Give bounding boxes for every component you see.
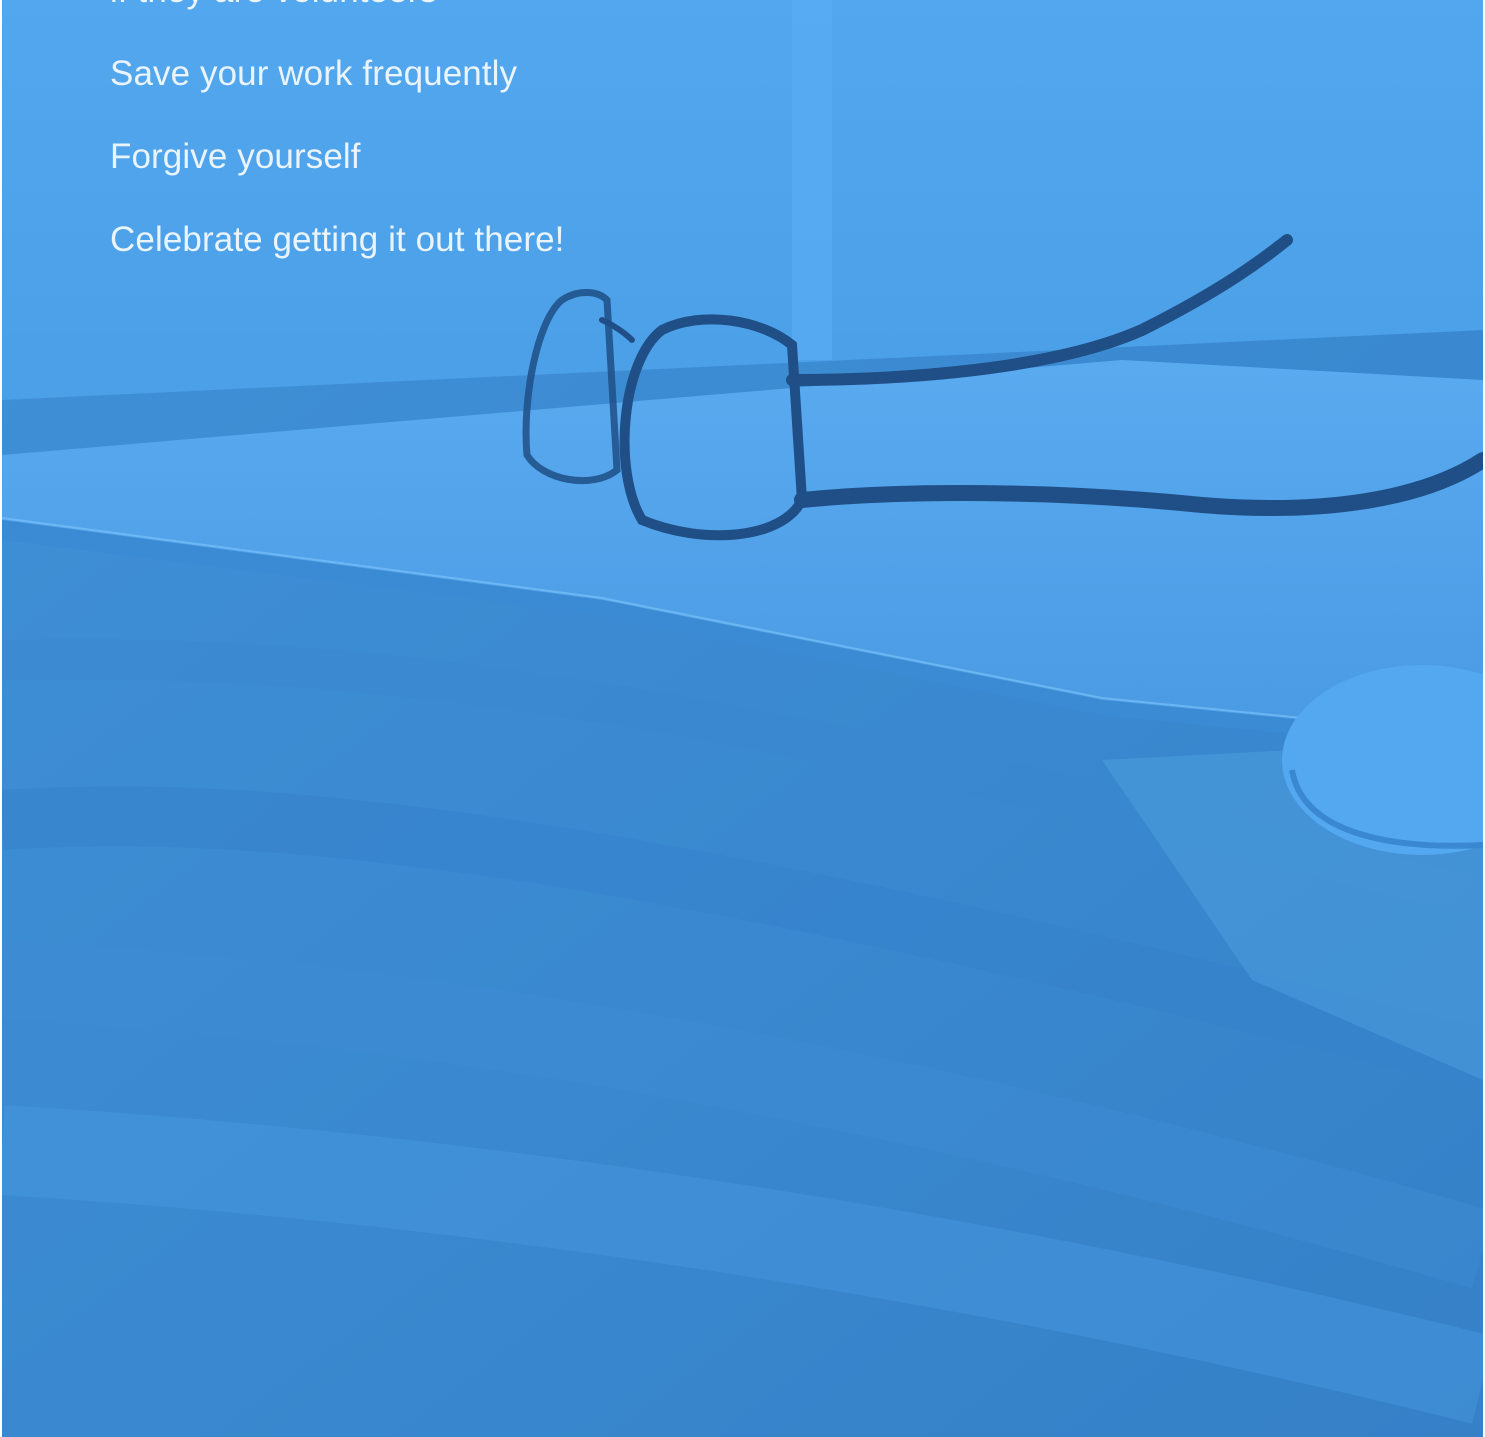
tip-item-volunteers: if they are volunteers bbox=[110, 0, 565, 12]
hero-section: if they are volunteers Save your work fr… bbox=[2, 0, 1483, 1437]
tip-item-forgive: Forgive yourself bbox=[110, 137, 361, 176]
tip-item-celebrate: Celebrate getting it out there! bbox=[110, 220, 565, 259]
tip-item-save-work: Save your work frequently bbox=[110, 54, 518, 93]
tips-list: if they are volunteers Save your work fr… bbox=[110, 0, 565, 302]
